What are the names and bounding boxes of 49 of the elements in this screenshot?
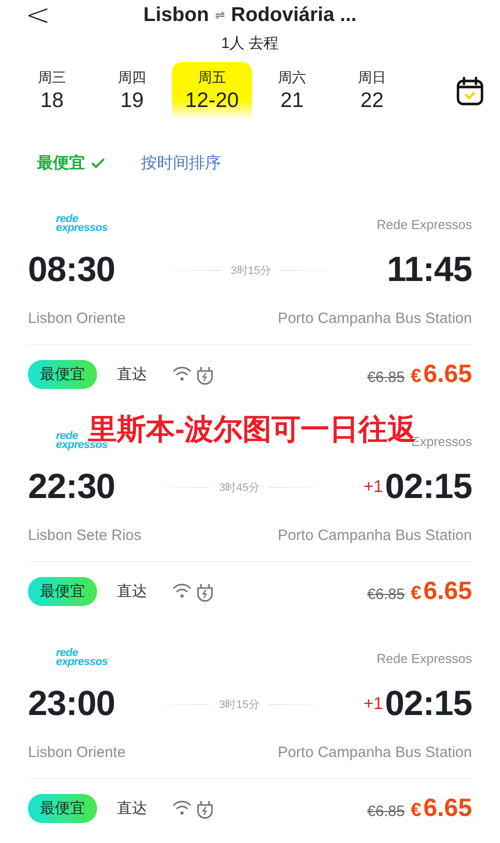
date-tab[interactable]: 周五 12-20 [172, 62, 252, 120]
cheapest-badge: 最便宜 [28, 794, 97, 822]
direct-label: 直达 [117, 798, 147, 818]
arrival-station: Porto Campanha Bus Station [278, 310, 472, 326]
departure-station: Lisbon Oriente [28, 744, 126, 760]
currency-symbol: € [410, 582, 422, 604]
back-button[interactable]: < [22, 0, 54, 32]
original-price: €6.85 [367, 368, 405, 386]
date-tab[interactable]: 周三 18 [12, 62, 92, 120]
departure-time: 08:30 [28, 250, 116, 290]
operator-logo: rede expressos [56, 215, 108, 233]
departure-time: 22:30 [28, 467, 116, 507]
price: 6.65 [423, 794, 472, 822]
date-tab[interactable]: 周六 21 [252, 62, 332, 120]
departure-station: Lisbon Sete Rios [28, 526, 142, 544]
duration: 3时15分 [230, 264, 272, 278]
operator-name: Rede Expressos [376, 216, 472, 232]
duration: 3时15分 [219, 698, 260, 712]
operator-logo: rede expressos [56, 649, 108, 667]
price: 6.65 [423, 576, 472, 606]
date-tab[interactable]: 周日 22 [332, 62, 412, 120]
arrival-time: 02:15 [384, 684, 472, 724]
date-tab[interactable]: 周四 19 [92, 62, 172, 120]
next-day-marker: +1 [364, 694, 383, 714]
destination-title: Rodoviária ... [231, 4, 357, 26]
original-price: €6.85 [367, 586, 405, 602]
original-price: €6.85 [367, 802, 405, 820]
duration: 3时45分 [219, 480, 260, 494]
arrival-station: Porto Campanha Bus Station [278, 526, 472, 544]
calendar-icon[interactable] [456, 76, 484, 106]
cheapest-badge: 最便宜 [28, 576, 97, 606]
arrival-time: 11:45 [386, 250, 472, 290]
sort-tab[interactable]: 按时间排序 [141, 152, 221, 174]
arrival-time: 02:15 [384, 467, 472, 507]
trip-subtitle: 1人 去程 [221, 34, 279, 52]
swap-icon: ⇌ [214, 8, 225, 22]
check-icon [91, 157, 105, 169]
direct-label: 直达 [117, 364, 147, 384]
origin-title: Lisbon [143, 4, 209, 26]
next-day-marker: +1 [364, 477, 383, 497]
departure-station: Lisbon Oriente [28, 310, 126, 326]
price: 6.65 [423, 360, 472, 388]
cheapest-badge: 最便宜 [28, 360, 97, 388]
departure-time: 23:00 [28, 684, 116, 724]
operator-name: Rede Expressos [376, 650, 472, 666]
arrival-station: Porto Campanha Bus Station [278, 744, 472, 760]
currency-symbol: € [410, 800, 422, 822]
direct-label: 直达 [117, 582, 147, 600]
currency-symbol: € [410, 366, 422, 388]
